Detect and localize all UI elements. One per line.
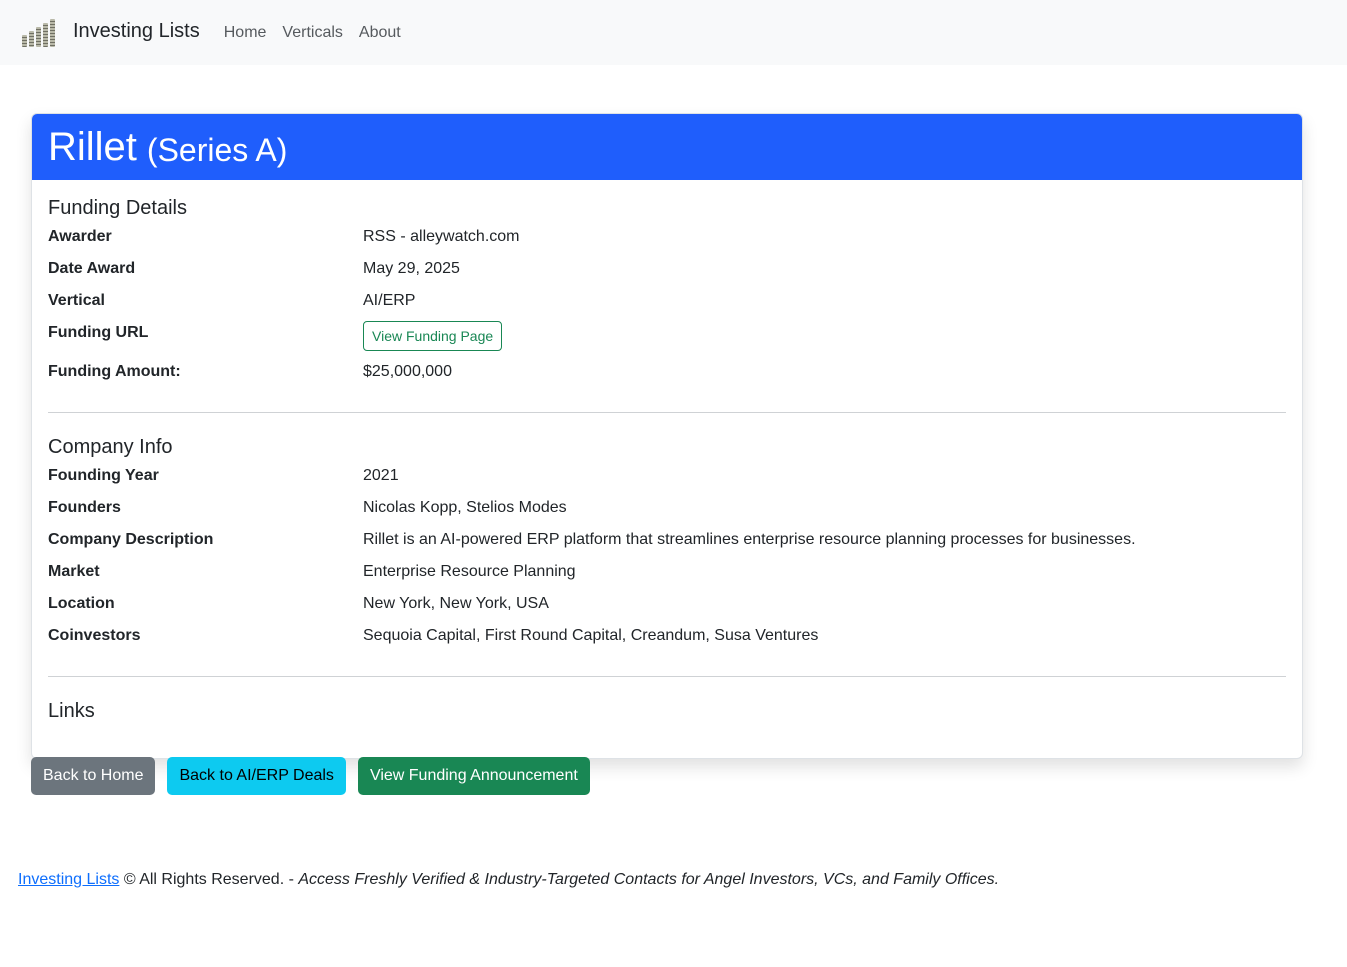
info-row-founders: Founders Nicolas Kopp, Stelios Modes [48, 496, 1286, 528]
info-row-description: Company Description Rillet is an AI-powe… [48, 528, 1286, 560]
info-value: Nicolas Kopp, Stelios Modes [363, 499, 567, 516]
funding-round: (Series A) [146, 132, 288, 168]
logo-icon[interactable] [18, 13, 58, 53]
info-label: Founders [48, 499, 121, 516]
info-label: Coinvestors [48, 627, 141, 644]
info-label: Market [48, 563, 100, 580]
card-header: Rillet (Series A) [32, 114, 1302, 180]
detail-label: Funding Amount: [48, 363, 181, 380]
detail-row-funding-url: Funding URL View Funding Page [48, 321, 1286, 360]
nav-home[interactable]: Home [224, 21, 267, 45]
nav-verticals[interactable]: Verticals [282, 21, 342, 45]
detail-row-awarder: Awarder RSS - alleywatch.com [48, 225, 1286, 257]
info-label: Location [48, 595, 115, 612]
links-title: Links [48, 700, 95, 722]
detail-value: $25,000,000 [363, 363, 452, 380]
info-row-coinvestors: Coinvestors Sequoia Capital, First Round… [48, 624, 1286, 656]
detail-row-vertical: Vertical AI/ERP [48, 289, 1286, 321]
detail-label: Date Award [48, 260, 136, 277]
view-funding-announcement-button[interactable]: View Funding Announcement [357, 757, 590, 795]
info-value: 2021 [363, 467, 399, 484]
footer-tagline: Access Freshly Verified & Industry-Targe… [298, 871, 1000, 888]
funding-details-title: Funding Details [48, 197, 187, 219]
divider [48, 412, 1286, 413]
detail-label: Funding URL [48, 324, 149, 341]
action-buttons: Back to Home Back to AI/ERP Deals View F… [31, 757, 590, 795]
info-label: Company Description [48, 531, 214, 548]
footer-rights: © All Rights Reserved. - [119, 871, 299, 888]
detail-label: Vertical [48, 292, 105, 309]
card-body: Funding Details Awarder RSS - alleywatch… [32, 180, 1302, 758]
navbar: Investing Lists Home Verticals About [0, 0, 1347, 65]
brand-link[interactable]: Investing Lists [73, 16, 200, 46]
back-to-home-button[interactable]: Back to Home [31, 757, 156, 795]
company-info-title: Company Info [48, 436, 173, 458]
info-value: New York, New York, USA [363, 595, 549, 612]
footer-brand-link[interactable]: Investing Lists [18, 871, 119, 888]
detail-label: Awarder [48, 228, 112, 245]
info-row-market: Market Enterprise Resource Planning [48, 560, 1286, 592]
detail-value: RSS - alleywatch.com [363, 228, 520, 245]
detail-value: AI/ERP [363, 292, 416, 309]
info-row-founding-year: Founding Year 2021 [48, 464, 1286, 496]
nav-about[interactable]: About [359, 21, 401, 45]
view-funding-page-button[interactable]: View Funding Page [363, 321, 503, 351]
detail-row-date: Date Award May 29, 2025 [48, 257, 1286, 289]
back-to-vertical-button[interactable]: Back to AI/ERP Deals [167, 757, 346, 795]
footer: Investing Lists © All Rights Reserved. -… [18, 868, 999, 892]
info-row-location: Location New York, New York, USA [48, 592, 1286, 624]
info-value: Sequoia Capital, First Round Capital, Cr… [363, 627, 819, 644]
detail-row-amount: Funding Amount: $25,000,000 [48, 360, 1286, 392]
deal-card: Rillet (Series A) Funding Details Awarde… [31, 113, 1303, 759]
divider [48, 676, 1286, 677]
info-label: Founding Year [48, 467, 159, 484]
info-value: Enterprise Resource Planning [363, 563, 576, 580]
detail-value: May 29, 2025 [363, 260, 460, 277]
company-name: Rillet [48, 125, 137, 169]
info-value: Rillet is an AI-powered ERP platform tha… [363, 531, 1136, 548]
